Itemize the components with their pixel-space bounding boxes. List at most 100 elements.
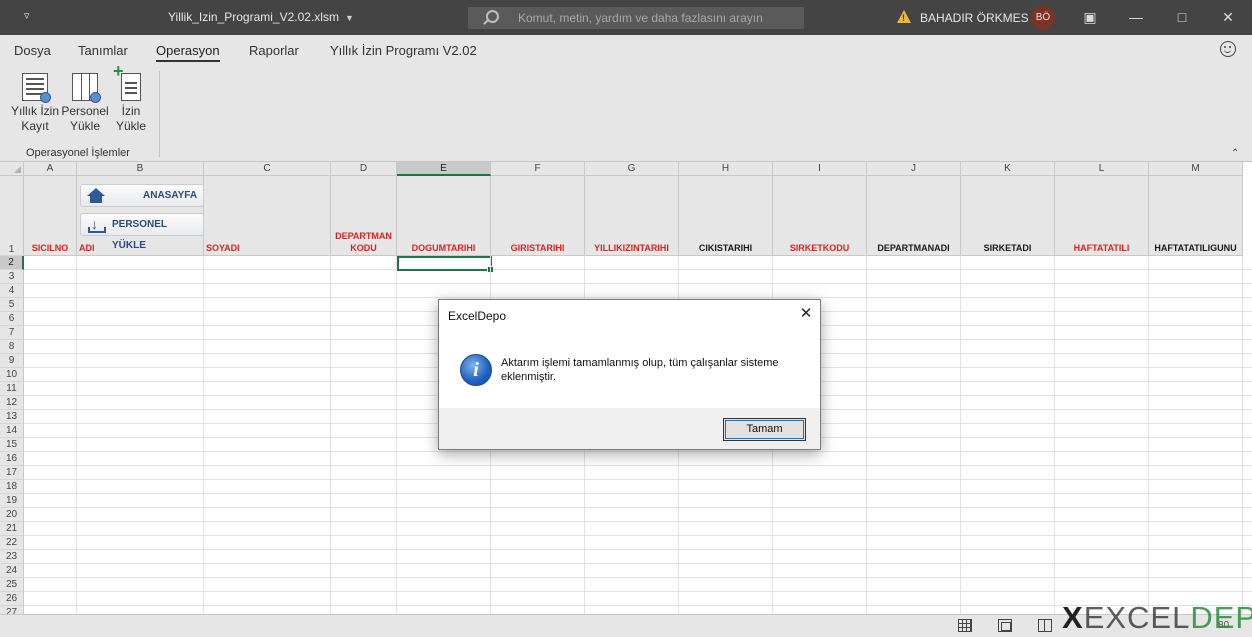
row-header-3[interactable]: 3 (0, 270, 24, 284)
row-header-5[interactable]: 5 (0, 298, 24, 312)
personel-yukle-button[interactable]: Personel Yükle (59, 71, 111, 139)
row-header-21[interactable]: 21 (0, 522, 24, 536)
row-header-15[interactable]: 15 (0, 438, 24, 452)
row-header-11[interactable]: 11 (0, 382, 24, 396)
row-header-10[interactable]: 10 (0, 368, 24, 382)
row-header-2[interactable]: 2 (0, 256, 24, 270)
file-name-title[interactable]: Yillik_Izin_Programi_V2.02.xlsm ▼ (168, 10, 354, 24)
sheet-row[interactable] (24, 270, 1252, 284)
row-header-8[interactable]: 8 (0, 340, 24, 354)
row-header-25[interactable]: 25 (0, 578, 24, 592)
yillik-izin-kayit-button[interactable]: Yıllık İzin Kayıt (9, 71, 61, 139)
header-cell-f[interactable]: GIRISTARIHI (491, 176, 585, 256)
row-header-1[interactable]: 1 (0, 176, 24, 256)
maximize-button[interactable]: □ (1172, 8, 1192, 26)
search-box[interactable]: Komut, metin, yardım ve daha fazlasını a… (468, 7, 804, 29)
sheet-row[interactable] (24, 564, 1252, 578)
avatar[interactable]: BÖ (1031, 6, 1055, 30)
sheet-row[interactable] (24, 466, 1252, 480)
collapse-ribbon-chevron-icon[interactable]: ⌃ (1231, 148, 1239, 159)
tab-yillik-izin-programi[interactable]: Yıllık İzin Programı V2.02 (330, 43, 477, 58)
sheet-row[interactable] (24, 508, 1252, 522)
header-cell-m[interactable]: HAFTATATILIGUNU (1149, 176, 1243, 256)
row-header-12[interactable]: 12 (0, 396, 24, 410)
column-header-m[interactable]: M (1149, 162, 1243, 176)
row-header-27[interactable]: 27 (0, 606, 24, 614)
sheet-row[interactable] (24, 536, 1252, 550)
row-header-14[interactable]: 14 (0, 424, 24, 438)
column-header-h[interactable]: H (679, 162, 773, 176)
anasayfa-button[interactable]: ANASAYFA (80, 184, 204, 207)
row-header-19[interactable]: 19 (0, 494, 24, 508)
row-header-9[interactable]: 9 (0, 354, 24, 368)
header-cell-j[interactable]: DEPARTMANADI (867, 176, 961, 256)
header-cell-h[interactable]: CIKISTARIHI (679, 176, 773, 256)
sheet-row[interactable] (24, 550, 1252, 564)
izin-yukle-button[interactable]: İzin Yükle (105, 64, 157, 139)
header-cell-c[interactable]: SOYADI (204, 176, 331, 256)
header-cell-e[interactable]: DOGUMTARIHI (397, 176, 491, 256)
column-header-j[interactable]: J (867, 162, 961, 176)
button-label-line1: Yıllık İzin (10, 104, 59, 118)
row-header-13[interactable]: 13 (0, 410, 24, 424)
page-layout-view-icon[interactable] (998, 619, 1012, 632)
ribbon-tabs: Dosya Tanımlar Operasyon Raporlar Yıllık… (0, 35, 1252, 67)
sheet-row[interactable] (24, 494, 1252, 508)
column-header-g[interactable]: G (585, 162, 679, 176)
header-cell-i[interactable]: SIRKETKODU (773, 176, 867, 256)
row-header-26[interactable]: 26 (0, 592, 24, 606)
minimize-button[interactable]: — (1126, 8, 1146, 26)
header-cell-d[interactable]: DEPARTMANKODU (331, 176, 397, 256)
column-header-d[interactable]: D (331, 162, 397, 176)
column-header-a[interactable]: A (24, 162, 77, 176)
normal-view-icon[interactable] (958, 619, 972, 632)
column-header-i[interactable]: I (773, 162, 867, 176)
column-header-k[interactable]: K (961, 162, 1055, 176)
tab-operasyon[interactable]: Operasyon (156, 43, 220, 62)
sheet-row[interactable] (24, 284, 1252, 298)
select-all-corner[interactable] (0, 162, 24, 176)
page-break-view-icon[interactable] (1038, 619, 1052, 632)
row-header-7[interactable]: 7 (0, 326, 24, 340)
warning-icon[interactable]: ! (897, 10, 911, 23)
tab-raporlar[interactable]: Raporlar (249, 43, 299, 58)
column-header-b[interactable]: B (77, 162, 204, 176)
header-cell-g[interactable]: YILLIKIZINTARIHI (585, 176, 679, 256)
column-header-l[interactable]: L (1055, 162, 1149, 176)
user-name[interactable]: BAHADIR ÖRKMES (920, 11, 1029, 25)
sheet-row[interactable] (24, 522, 1252, 536)
sheet-row[interactable] (24, 256, 1252, 270)
column-header-e[interactable]: E (397, 162, 491, 176)
ribbon-display-options-icon[interactable]: ▣ (1080, 8, 1100, 26)
row-header-20[interactable]: 20 (0, 508, 24, 522)
feedback-smiley-icon[interactable] (1220, 41, 1236, 57)
row-header-24[interactable]: 24 (0, 564, 24, 578)
ok-button[interactable]: Tamam (723, 418, 806, 441)
column-header-c[interactable]: C (204, 162, 331, 176)
header-cell-a[interactable]: SICILNO (24, 176, 77, 256)
row-header-17[interactable]: 17 (0, 466, 24, 480)
row-header-23[interactable]: 23 (0, 550, 24, 564)
sheet-row[interactable] (24, 452, 1252, 466)
personel-yukle-sheet-button[interactable]: PERSONEL YÜKLE (80, 213, 204, 251)
close-window-button[interactable]: ✕ (1218, 8, 1238, 26)
active-cell-e2[interactable] (397, 256, 494, 273)
tab-dosya[interactable]: Dosya (14, 43, 51, 58)
row-header-4[interactable]: 4 (0, 284, 24, 298)
row-header-6[interactable]: 6 (0, 312, 24, 326)
row-header-16[interactable]: 16 (0, 452, 24, 466)
file-menu-chevron-icon[interactable]: ▼ (345, 13, 354, 23)
sheet-row[interactable] (24, 480, 1252, 494)
tab-tanimlar[interactable]: Tanımlar (78, 43, 128, 58)
sheet-row[interactable] (24, 578, 1252, 592)
column-header-f[interactable]: F (491, 162, 585, 176)
header-cell-k[interactable]: SIRKETADI (961, 176, 1055, 256)
header-cell-l[interactable]: HAFTATATILI (1055, 176, 1149, 256)
logo-word-excel: EXCEL (1083, 600, 1191, 635)
row-header-22[interactable]: 22 (0, 536, 24, 550)
dialog-close-button[interactable]: ✕ (796, 304, 816, 324)
row-header-18[interactable]: 18 (0, 480, 24, 494)
quick-access-customize-icon[interactable]: ▿ (24, 9, 38, 25)
column-gridline (203, 256, 204, 614)
title-bar: ▿ Yillik_Izin_Programi_V2.02.xlsm ▼ Komut… (0, 0, 1252, 35)
